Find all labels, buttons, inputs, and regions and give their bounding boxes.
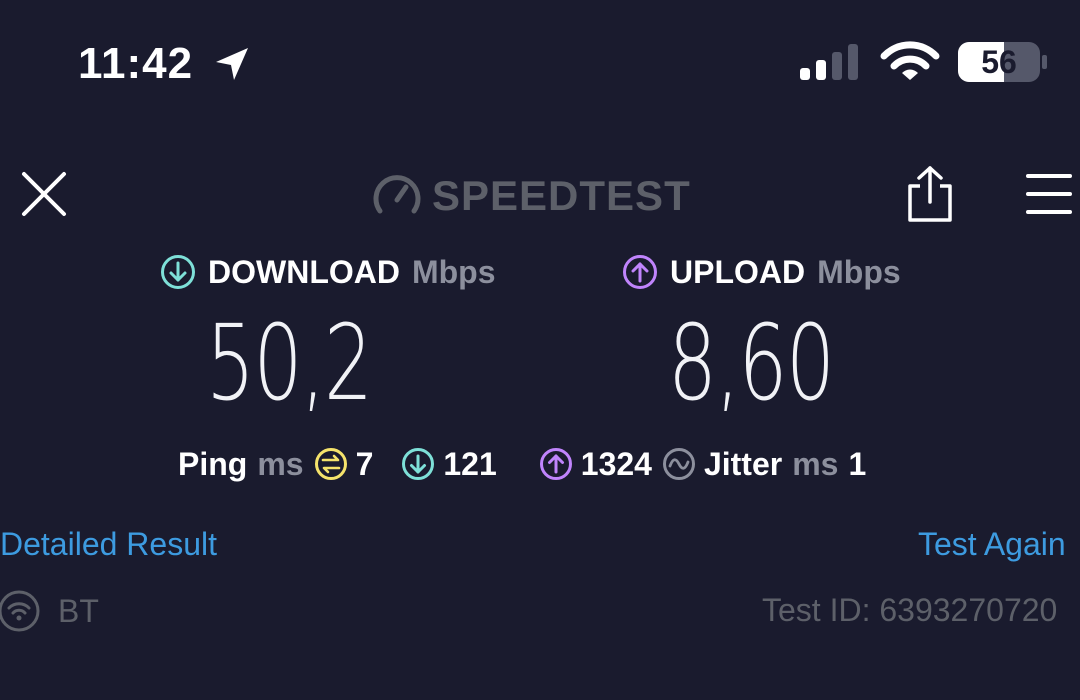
battery-icon: 56 bbox=[957, 40, 1047, 84]
provider-name: BT bbox=[58, 592, 99, 629]
jitter-unit: ms bbox=[792, 445, 839, 482]
status-time: 11:42 bbox=[78, 39, 194, 88]
upload-ping-icon bbox=[539, 448, 572, 480]
ping-jitter-row: Ping ms 7 121 1324 Jitter ms 1 bbox=[178, 442, 866, 486]
close-button[interactable] bbox=[18, 168, 70, 220]
jitter-icon bbox=[662, 448, 695, 480]
speedtest-logo: SPEEDTEST bbox=[372, 168, 691, 224]
idle-ping-icon bbox=[314, 448, 347, 480]
battery-level: 56 bbox=[981, 44, 1017, 80]
test-id: Test ID: 6393270720 bbox=[762, 592, 1058, 628]
upload-header: UPLOAD Mbps bbox=[622, 252, 901, 292]
ping-idle-value: 7 bbox=[355, 445, 374, 482]
provider-info: BT bbox=[0, 590, 99, 632]
upload-unit: Mbps bbox=[817, 253, 901, 290]
jitter-value: 1 bbox=[848, 445, 867, 482]
ping-label: Ping bbox=[178, 445, 248, 482]
ping-unit: ms bbox=[257, 445, 304, 482]
ping-download-value: 121 bbox=[443, 445, 497, 482]
ping-upload-value: 1324 bbox=[580, 445, 652, 482]
share-button[interactable] bbox=[904, 164, 956, 224]
download-ping-icon bbox=[402, 448, 435, 480]
download-unit: Mbps bbox=[411, 253, 496, 290]
jitter-label: Jitter bbox=[703, 445, 783, 482]
download-header: DOWNLOAD Mbps bbox=[160, 252, 496, 292]
wifi-provider-icon bbox=[0, 590, 40, 632]
cellular-signal-icon bbox=[800, 44, 858, 80]
upload-value: 8,60 bbox=[668, 302, 835, 424]
download-arrow-icon bbox=[161, 255, 195, 289]
test-again-link[interactable]: Test Again bbox=[918, 526, 1066, 563]
download-label: DOWNLOAD bbox=[208, 253, 400, 290]
download-value: 50,2 bbox=[206, 302, 373, 424]
logo-text: SPEEDTEST bbox=[432, 172, 691, 219]
upload-arrow-icon bbox=[623, 255, 657, 289]
speedometer-icon bbox=[373, 175, 421, 214]
wifi-icon bbox=[880, 41, 940, 80]
location-arrow-icon bbox=[216, 48, 248, 80]
menu-button[interactable] bbox=[1024, 170, 1074, 218]
upload-label: UPLOAD bbox=[670, 253, 806, 290]
detailed-result-link[interactable]: Detailed Result bbox=[0, 526, 217, 563]
